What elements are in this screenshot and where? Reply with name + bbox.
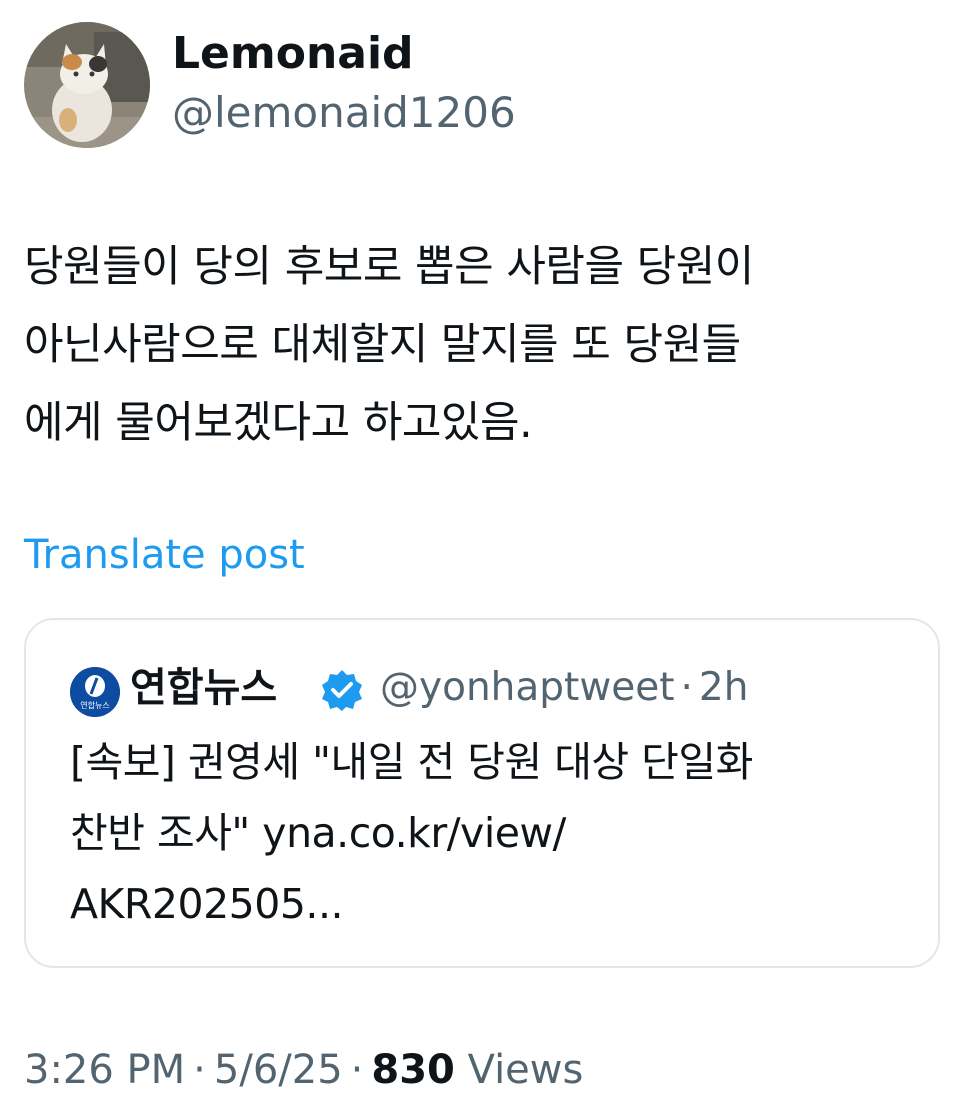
author-avatar[interactable] bbox=[24, 22, 150, 148]
yonhap-logo-text: 연합뉴스 bbox=[80, 701, 109, 710]
post-time[interactable]: 3:26 PM bbox=[24, 1047, 185, 1093]
quoted-author-name: 연합뉴스 bbox=[130, 665, 278, 711]
post-metadata: 3:26 PM · 5/6/25 · 830 Views bbox=[24, 1042, 583, 1098]
cat-photo-avatar-icon bbox=[24, 22, 150, 148]
views-count[interactable]: 830 bbox=[371, 1047, 455, 1093]
separator-dot: · bbox=[193, 1047, 206, 1093]
quoted-tweet-card[interactable]: 연합뉴스 연합뉴스 @yonhaptweet · 2h [속보] 권영세 "내일 전… bbox=[24, 618, 940, 968]
post-date[interactable]: 5/6/25 bbox=[214, 1047, 343, 1093]
separator-dot: · bbox=[350, 1047, 364, 1093]
quoted-tweet-text: [속보] 권영세 "내일 전 당원 대상 단일화 찬반 조사" yna.co.k… bbox=[70, 738, 753, 928]
translate-post-link[interactable]: Translate post bbox=[24, 530, 305, 580]
verified-badge-icon bbox=[322, 670, 362, 711]
separator-dot: · bbox=[680, 665, 693, 710]
author-display-name[interactable]: Lemonaid bbox=[172, 28, 414, 80]
yonhap-news-logo-icon: 연합뉴스 bbox=[70, 667, 120, 717]
quoted-author-handle: @yonhaptweet bbox=[380, 665, 675, 710]
views-label: Views bbox=[467, 1047, 584, 1093]
tweet-text: 당원들이 당의 후보로 뽑은 사람을 당원이 아닌사람으로 대체할지 말지를 또… bbox=[24, 242, 754, 448]
quoted-author-handle-line: @yonhaptweet · 2h bbox=[380, 660, 748, 716]
author-handle[interactable]: @lemonaid1206 bbox=[172, 88, 516, 138]
quoted-post-time: 2h bbox=[698, 665, 749, 710]
